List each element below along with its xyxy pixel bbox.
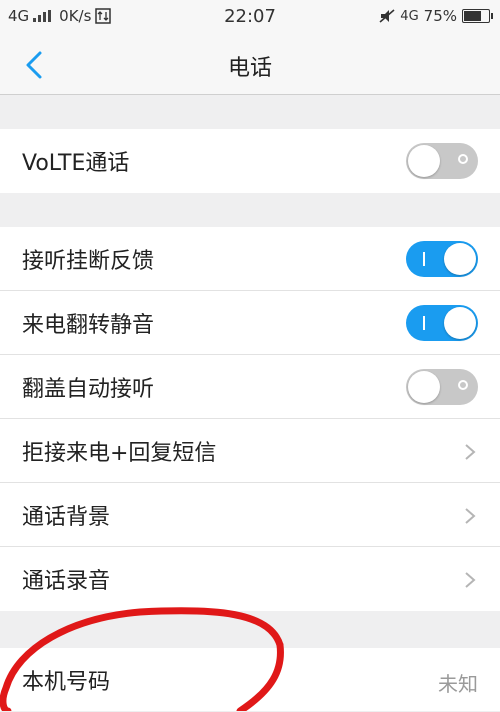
- network-type-right: 4G: [400, 8, 419, 24]
- call-recording-row[interactable]: 通话录音: [0, 547, 500, 611]
- flip-cover-answer-toggle[interactable]: [406, 369, 478, 405]
- call-recording-label: 通话录音: [22, 569, 111, 594]
- nav-bar: 电话: [0, 34, 500, 95]
- page-title: 电话: [227, 56, 272, 81]
- answer-hangup-feedback-toggle[interactable]: [406, 241, 478, 277]
- status-right: 4G 75%: [379, 7, 493, 25]
- reject-sms-reply-label: 拒接来电+回复短信: [22, 440, 217, 466]
- settings-group-number: 本机号码 未知: [0, 648, 500, 711]
- flip-cover-answer-row: 翻盖自动接听: [0, 355, 500, 419]
- chevron-right-icon: [465, 572, 476, 588]
- mute-icon: [379, 9, 395, 23]
- my-number-label: 本机号码: [22, 670, 111, 695]
- my-number-row[interactable]: 本机号码 未知: [0, 648, 500, 712]
- battery-percent: 75%: [423, 7, 457, 25]
- chevron-right-icon: [465, 508, 476, 524]
- flip-to-mute-toggle[interactable]: [406, 305, 478, 341]
- call-background-label: 通话背景: [22, 504, 111, 530]
- answer-hangup-feedback-row: 接听挂断反馈: [0, 227, 500, 291]
- my-number-value: 未知: [438, 672, 478, 696]
- volte-row: VoLTE通话: [0, 129, 500, 193]
- settings-group-call: 接听挂断反馈 来电翻转静音 翻盖自动接听 拒接来电+回复短信 通话背景 通话录音: [0, 227, 500, 611]
- status-bar: 4G 0K/s 22:07 4G 75%: [0, 0, 500, 34]
- volte-toggle[interactable]: [406, 143, 478, 179]
- chevron-right-icon: [465, 444, 476, 460]
- call-background-row[interactable]: 通话背景: [0, 483, 500, 547]
- flip-to-mute-row: 来电翻转静音: [0, 291, 500, 355]
- battery-icon: [462, 9, 493, 23]
- reject-sms-reply-row[interactable]: 拒接来电+回复短信: [0, 419, 500, 483]
- settings-group-volte: VoLTE通话: [0, 129, 500, 193]
